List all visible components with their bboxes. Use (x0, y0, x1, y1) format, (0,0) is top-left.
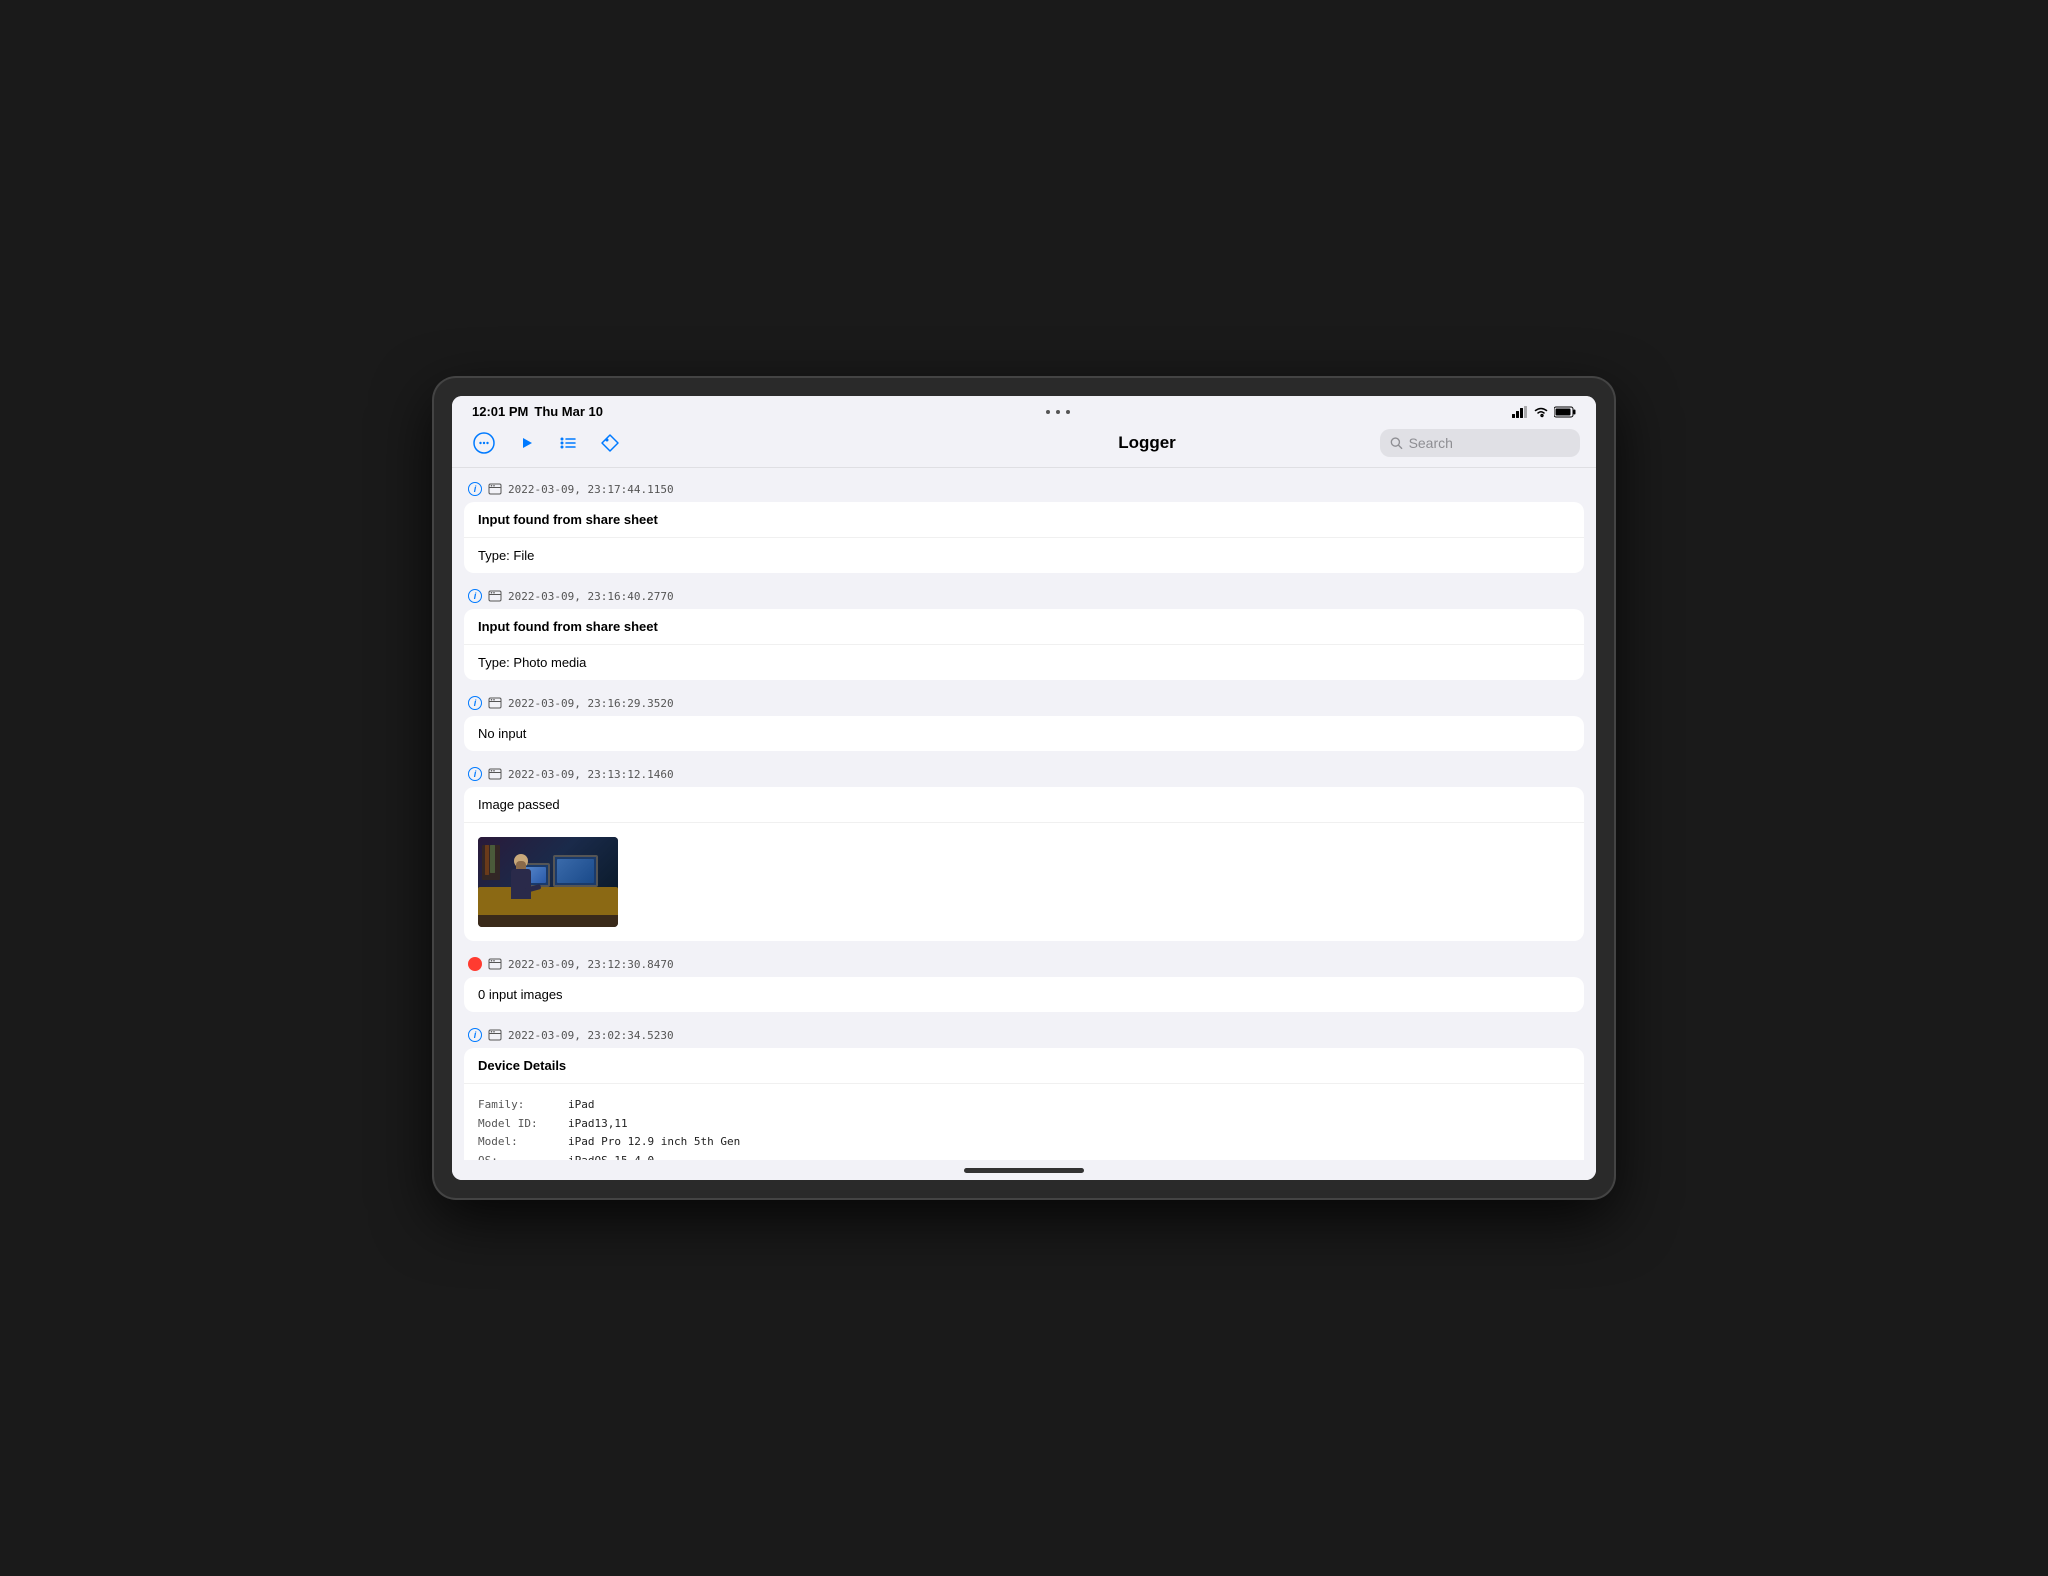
status-dot-3 (1066, 410, 1070, 414)
device-model-id-row: Model ID: iPad13,11 (478, 1115, 1570, 1134)
device-model-id-value: iPad13,11 (568, 1115, 628, 1134)
search-input[interactable] (1409, 435, 1570, 451)
log-entry-5: 2022-03-09, 23:12:30.8470 0 input images (452, 951, 1596, 1012)
status-dot-2 (1056, 410, 1060, 414)
log-header-1: 2022-03-09, 23:17:44.1150 (452, 476, 1596, 502)
log-card-6: Device Details Family: iPad Model ID: iP… (464, 1048, 1584, 1160)
status-bar: 12:01 PM Thu Mar 10 (452, 396, 1596, 423)
status-center (1046, 410, 1070, 414)
window-icon-5 (488, 957, 502, 971)
log-indicator-info-3 (468, 696, 482, 710)
log-indicator-info-4 (468, 767, 482, 781)
log-card-device-details: Family: iPad Model ID: iPad13,11 Model: … (464, 1084, 1584, 1160)
log-card-row-5-0: 0 input images (464, 977, 1584, 1012)
log-card-row-2-1: Type: Photo media (464, 645, 1584, 680)
log-entry-6: 2022-03-09, 23:02:34.5230 Device Details… (452, 1022, 1596, 1160)
log-card-5: 0 input images (464, 977, 1584, 1012)
signal-icon (1512, 406, 1528, 418)
log-card-4: Image passed (464, 787, 1584, 941)
device-family-row: Family: iPad (478, 1096, 1570, 1115)
log-header-6: 2022-03-09, 23:02:34.5230 (452, 1022, 1596, 1048)
log-header-4: 2022-03-09, 23:13:12.1460 (452, 761, 1596, 787)
log-timestamp-6: 2022-03-09, 23:02:34.5230 (508, 1029, 674, 1042)
home-indicator (452, 1160, 1596, 1180)
status-date: Thu Mar 10 (534, 404, 603, 419)
log-entry-3: 2022-03-09, 23:16:29.3520 No input (452, 690, 1596, 751)
ipad-screen: 12:01 PM Thu Mar 10 (452, 396, 1596, 1180)
more-button[interactable] (468, 427, 500, 459)
log-card-1: Input found from share sheet Type: File (464, 502, 1584, 573)
device-os-label: OS: (478, 1152, 558, 1160)
ipad-frame: 12:01 PM Thu Mar 10 (434, 378, 1614, 1198)
device-family-value: iPad (568, 1096, 595, 1115)
log-image (478, 837, 618, 927)
log-card-2: Input found from share sheet Type: Photo… (464, 609, 1584, 680)
window-icon-1 (488, 482, 502, 496)
device-details-mono: Family: iPad Model ID: iPad13,11 Model: … (464, 1088, 1584, 1160)
log-card-row-3-0: No input (464, 716, 1584, 751)
log-entry-1: 2022-03-09, 23:17:44.1150 Input found fr… (452, 476, 1596, 573)
log-timestamp-1: 2022-03-09, 23:17:44.1150 (508, 483, 674, 496)
log-header-5: 2022-03-09, 23:12:30.8470 (452, 951, 1596, 977)
log-timestamp-3: 2022-03-09, 23:16:29.3520 (508, 697, 674, 710)
play-button[interactable] (510, 427, 542, 459)
log-indicator-info-2 (468, 589, 482, 603)
status-dot-1 (1046, 410, 1050, 414)
log-entry-4: 2022-03-09, 23:13:12.1460 Image passed (452, 761, 1596, 941)
log-card-row-2-0: Input found from share sheet (464, 609, 1584, 645)
window-icon-3 (488, 696, 502, 710)
content-area[interactable]: 2022-03-09, 23:17:44.1150 Input found fr… (452, 468, 1596, 1160)
log-card-3: No input (464, 716, 1584, 751)
list-button[interactable] (552, 427, 584, 459)
log-card-row-1-1: Type: File (464, 538, 1584, 573)
log-header-2: 2022-03-09, 23:16:40.2770 (452, 583, 1596, 609)
search-icon (1390, 436, 1403, 450)
log-entry-2: 2022-03-09, 23:16:40.2770 Input found fr… (452, 583, 1596, 680)
window-icon-2 (488, 589, 502, 603)
device-model-row: Model: iPad Pro 12.9 inch 5th Gen (478, 1133, 1570, 1152)
status-time: 12:01 PM (472, 404, 528, 419)
search-bar[interactable] (1380, 429, 1580, 457)
log-timestamp-2: 2022-03-09, 23:16:40.2770 (508, 590, 674, 603)
window-icon-6 (488, 1028, 502, 1042)
log-timestamp-5: 2022-03-09, 23:12:30.8470 (508, 958, 674, 971)
wifi-icon (1533, 406, 1549, 418)
log-header-3: 2022-03-09, 23:16:29.3520 (452, 690, 1596, 716)
log-indicator-error-5 (468, 957, 482, 971)
device-model-value: iPad Pro 12.9 inch 5th Gen (568, 1133, 740, 1152)
nav-left (468, 427, 914, 459)
log-indicator-info-1 (468, 482, 482, 496)
log-card-image-row (464, 823, 1584, 941)
battery-icon (1554, 406, 1576, 418)
status-icons (1512, 406, 1576, 418)
device-os-value: iPadOS 15.4.0 (568, 1152, 654, 1160)
device-model-id-label: Model ID: (478, 1115, 558, 1134)
window-icon-4 (488, 767, 502, 781)
log-card-row-4-0: Image passed (464, 787, 1584, 823)
log-card-row-1-0: Input found from share sheet (464, 502, 1584, 538)
nav-title: Logger (924, 433, 1370, 453)
device-family-label: Family: (478, 1096, 558, 1115)
nav-bar: Logger (452, 423, 1596, 468)
log-indicator-info-6 (468, 1028, 482, 1042)
device-model-label: Model: (478, 1133, 558, 1152)
tag-button[interactable] (594, 427, 626, 459)
device-os-row: OS: iPadOS 15.4.0 (478, 1152, 1570, 1160)
log-timestamp-4: 2022-03-09, 23:13:12.1460 (508, 768, 674, 781)
home-indicator-bar (964, 1168, 1084, 1173)
log-card-row-6-0: Device Details (464, 1048, 1584, 1084)
